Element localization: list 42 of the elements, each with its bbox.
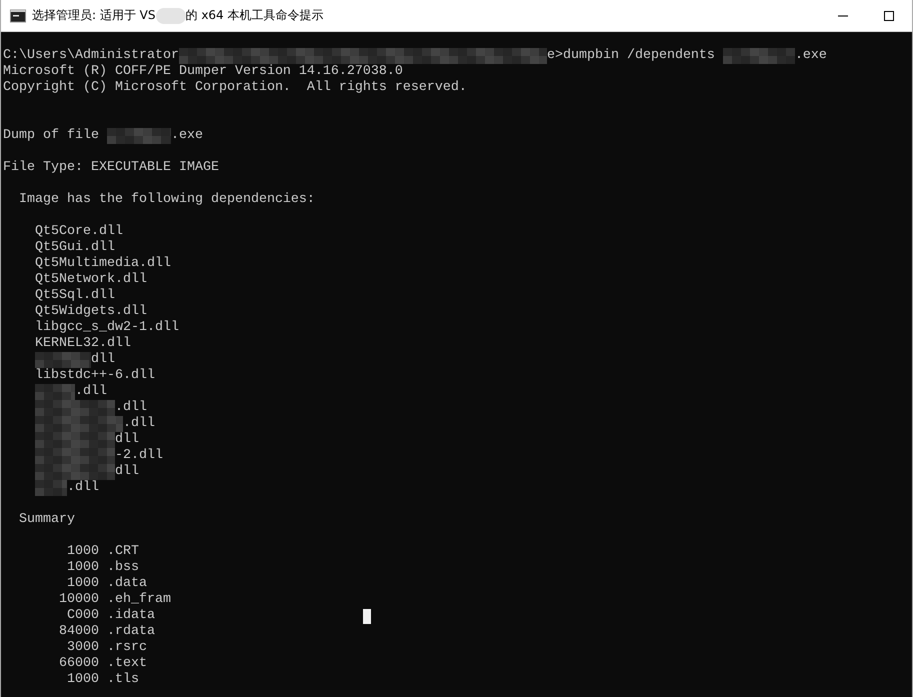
console-text: .exe	[170, 128, 203, 144]
console-text: C000 .idata	[66, 608, 155, 624]
console-text: -2.dll	[115, 448, 163, 464]
console-text: Summary	[18, 512, 75, 528]
console-text: 1000 .data	[66, 576, 147, 592]
console-text: 1000 .tls	[66, 672, 139, 688]
pixelated-redaction	[106, 128, 171, 144]
console-text: e>dumpbin /dependents	[546, 48, 716, 64]
console-text: Qt5Multimedia.dll	[34, 256, 171, 272]
console-text: .exe	[794, 48, 827, 64]
console-text: Qt5Core.dll	[34, 224, 123, 240]
console-text: Image has the following dependencies:	[18, 192, 315, 208]
console-text: dll	[91, 352, 115, 368]
console-text: 3000 .rsrc	[66, 640, 147, 656]
console-text: Qt5Widgets.dll	[34, 304, 147, 320]
console-text: 1000 .CRT	[66, 544, 139, 560]
console-text: Dump of file	[3, 128, 100, 144]
console-text: Qt5Sql.dll	[34, 288, 115, 304]
console-text: Qt5Gui.dll	[34, 240, 115, 256]
console-text: 10000 .eh_fram	[58, 592, 171, 608]
console-text: Copyright (C) Microsoft Corporation. All rights reserved.	[3, 80, 467, 96]
text-cursor	[362, 608, 371, 624]
console-text: .dll	[67, 480, 99, 496]
console-text: .dll	[115, 400, 147, 416]
console-text: dll	[115, 464, 139, 480]
maximize-icon	[884, 10, 894, 20]
console-text: 1000 .bss	[66, 560, 139, 576]
console-text: 84000 .rdata	[58, 624, 155, 640]
pixelated-redaction	[35, 352, 91, 368]
console-text: libstdc++-6.dll	[34, 368, 155, 384]
console-text: Microsoft (R) COFF/PE Dumper Version 14.16.27038.0	[3, 64, 403, 80]
window-title: 选择管理员: 适用于 VS 的 x64 本机工具命令提示	[32, 7, 324, 24]
console-text: KERNEL32.dll	[34, 336, 131, 352]
console-text: Qt5Network.dll	[34, 272, 147, 288]
console-text: .dll	[123, 416, 155, 432]
console-text: .dll	[75, 384, 107, 400]
console-text: libgcc_s_dw2-1.dll	[34, 320, 179, 336]
console-text: dll	[115, 432, 139, 448]
console-text: C:\Users\Administrator	[3, 48, 179, 64]
console-text: 66000 .text	[58, 656, 147, 672]
console-icon	[10, 8, 26, 24]
console-text: File Type: EXECUTABLE IMAGE	[3, 160, 219, 176]
